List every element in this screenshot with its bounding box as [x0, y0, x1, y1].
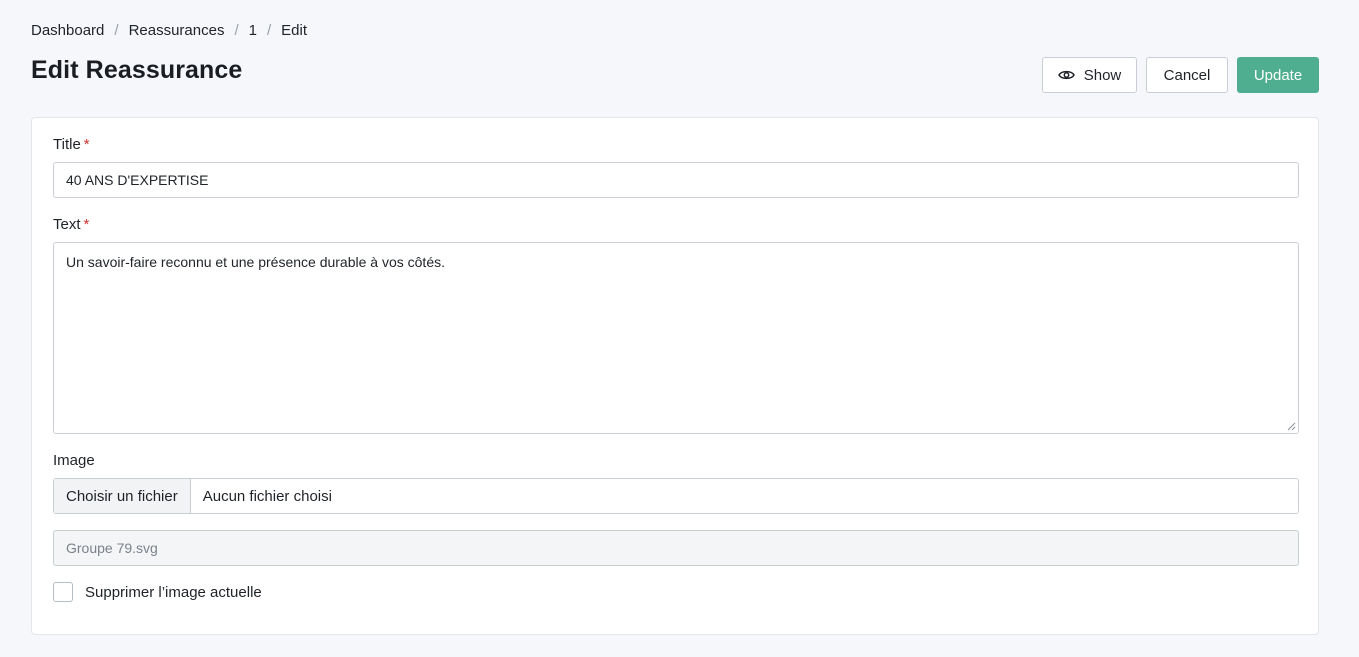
breadcrumb-separator: /: [266, 22, 272, 39]
page-title: Edit Reassurance: [31, 56, 243, 84]
edit-reassurance-page: Dashboard / Reassurances / 1 / Edit Edit…: [0, 0, 1359, 657]
title-input-value: 40 ANS D'EXPERTISE: [66, 172, 209, 188]
image-label: Image: [53, 452, 95, 469]
breadcrumb-current: Edit: [281, 22, 307, 39]
breadcrumb-separator: /: [114, 22, 119, 39]
show-button-label: Show: [1083, 66, 1122, 84]
required-marker: *: [83, 216, 90, 233]
breadcrumb: Dashboard / Reassurances / 1 / Edit: [31, 22, 307, 39]
update-button[interactable]: Update: [1237, 57, 1319, 93]
page-actions: Show Cancel Update: [1042, 57, 1319, 93]
text-textarea[interactable]: Un savoir-faire reconnu et une présence …: [53, 242, 1299, 434]
breadcrumb-record-id[interactable]: 1: [249, 22, 257, 39]
show-button[interactable]: Show: [1042, 57, 1137, 93]
title-label: Title *: [53, 136, 90, 153]
cancel-button[interactable]: Cancel: [1146, 57, 1228, 93]
delete-image-label[interactable]: Supprimer l’image actuelle: [85, 584, 262, 601]
breadcrumb-dashboard[interactable]: Dashboard: [31, 22, 104, 39]
breadcrumb-reassurances[interactable]: Reassurances: [129, 22, 225, 39]
no-file-chosen-text: Aucun fichier choisi: [202, 487, 332, 505]
title-input[interactable]: 40 ANS D'EXPERTISE: [53, 162, 1299, 198]
breadcrumb-separator: /: [234, 22, 239, 39]
delete-image-row: Supprimer l’image actuelle: [53, 582, 262, 602]
title-label-text: Title: [53, 136, 81, 153]
text-label-text: Text: [53, 216, 81, 233]
current-image-field: Groupe 79.svg: [53, 530, 1299, 566]
choose-file-button[interactable]: Choisir un fichier: [54, 479, 191, 513]
current-image-filename: Groupe 79.svg: [66, 540, 158, 556]
resize-grip-icon[interactable]: [1287, 422, 1296, 431]
text-label: Text *: [53, 216, 89, 233]
required-marker: *: [83, 136, 90, 153]
form-card: Title * 40 ANS D'EXPERTISE Text * Un savoi…: [31, 117, 1319, 635]
image-file-input[interactable]: Choisir un fichier Aucun fichier choisi: [53, 478, 1299, 514]
delete-image-checkbox[interactable]: [53, 582, 73, 602]
eye-icon: [1057, 70, 1075, 80]
text-textarea-value: Un savoir-faire reconnu et une présence …: [66, 254, 445, 270]
